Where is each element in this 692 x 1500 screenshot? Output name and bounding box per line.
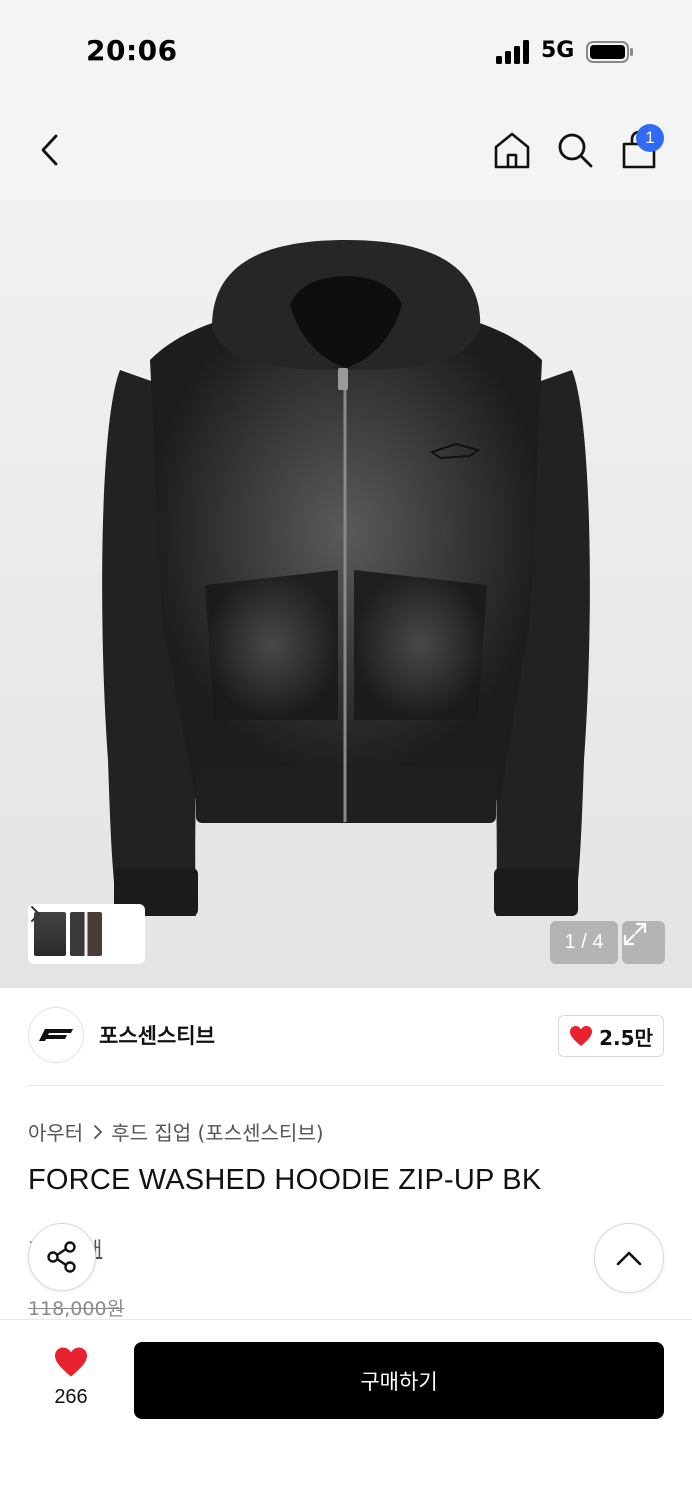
heart-icon xyxy=(55,1347,87,1377)
share-icon xyxy=(47,1241,76,1273)
expand-icon xyxy=(623,922,647,946)
brand-name[interactable]: 포스센스티브 xyxy=(99,1020,215,1050)
product-image[interactable]: 1 / 4 xyxy=(0,200,692,988)
search-icon xyxy=(558,133,593,168)
brand-row[interactable]: 포스센스티브 2.5만 xyxy=(28,1006,664,1064)
brand-logo[interactable] xyxy=(28,1007,84,1063)
battery-icon xyxy=(586,41,633,63)
cart-count-badge: 1 xyxy=(636,124,664,152)
heart-icon xyxy=(570,1026,593,1046)
thumbnail-2[interactable] xyxy=(70,912,102,956)
product-title: FORCE WASHED HOODIE ZIP-UP BK xyxy=(28,1164,542,1196)
original-price: 118,000원 xyxy=(28,1298,125,1320)
divider xyxy=(28,1085,664,1086)
image-page-counter: 1 / 4 xyxy=(550,921,618,964)
buy-button[interactable]: 구매하기 xyxy=(134,1342,664,1419)
hoodie-image xyxy=(102,240,590,916)
status-bar: 20:06 5G xyxy=(0,0,692,100)
share-button[interactable] xyxy=(28,1223,96,1291)
top-nav xyxy=(0,100,692,200)
breadcrumb-category[interactable]: 아우터 xyxy=(28,1117,83,1146)
home-icon xyxy=(494,132,530,169)
brand-logo-icon xyxy=(39,1029,73,1041)
wishlist-button[interactable]: 266 xyxy=(38,1346,104,1412)
status-time: 20:06 xyxy=(86,34,178,67)
brand-like-count: 2.5만 xyxy=(599,1025,653,1050)
scroll-top-button[interactable] xyxy=(594,1223,664,1293)
signal-icon xyxy=(496,40,529,64)
chevron-right-icon[interactable] xyxy=(28,904,42,924)
back-button[interactable] xyxy=(26,126,74,174)
chevron-up-icon xyxy=(616,1251,642,1266)
wishlist-count: 266 xyxy=(54,1386,88,1408)
search-button[interactable] xyxy=(551,126,599,174)
brand-like-button[interactable]: 2.5만 xyxy=(558,1015,664,1057)
chevron-right-icon xyxy=(94,1124,103,1139)
expand-button[interactable] xyxy=(622,921,665,964)
breadcrumb-subcategory[interactable]: 후드 집업 (포스센스티브) xyxy=(111,1117,323,1146)
network-type: 5G xyxy=(541,38,575,63)
back-icon xyxy=(41,134,58,166)
breadcrumb: 아우터 후드 집업 (포스센스티브) xyxy=(28,1117,324,1146)
thumbnail-strip[interactable] xyxy=(28,904,145,964)
home-button[interactable] xyxy=(488,126,536,174)
